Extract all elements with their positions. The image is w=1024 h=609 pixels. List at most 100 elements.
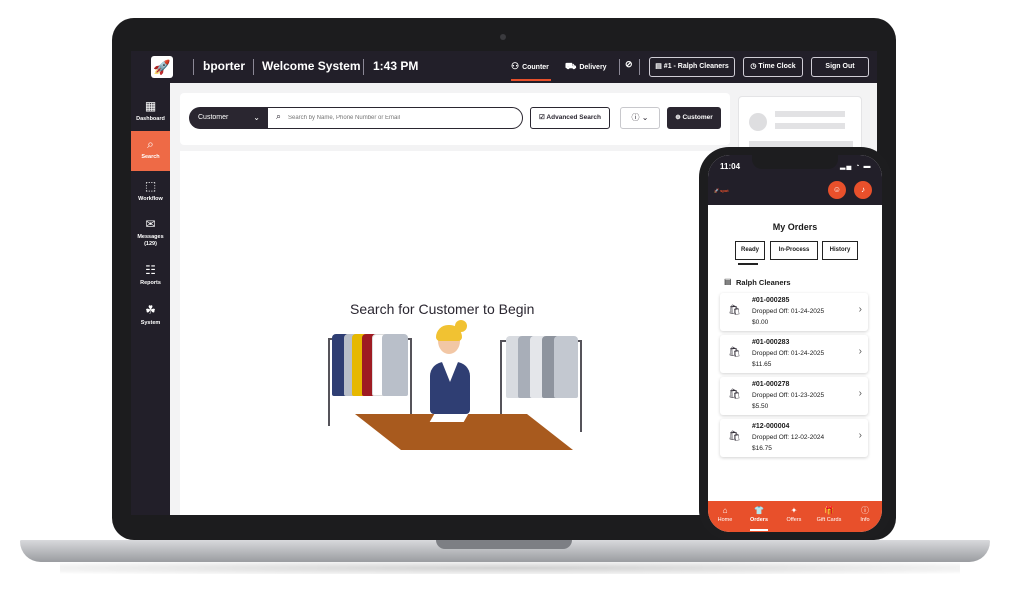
active-nav-indicator xyxy=(511,79,551,81)
search-filter-select[interactable]: Customer ⌄ xyxy=(189,107,267,129)
clock-time: 1:43 PM xyxy=(373,59,419,73)
order-dropped-date: Dropped Off: 01-24-2025 xyxy=(752,308,825,315)
phone-header: 11:04 ▂▄ ◔ ▬ 🚀 spot ☺ ♪ xyxy=(708,155,882,205)
sidebar-item-search[interactable]: ⌕ Search xyxy=(131,131,170,171)
reports-icon: ☷ xyxy=(145,263,156,277)
store-select-button[interactable]: ▤ #1 - Ralph Cleaners xyxy=(649,57,735,77)
order-number: #01-000278 xyxy=(752,381,790,388)
nav-label: Offers xyxy=(786,517,802,523)
phone-notch xyxy=(752,155,838,169)
search-field[interactable]: ⌕ xyxy=(267,107,523,129)
order-card[interactable]: 🛍 #01-000283 Dropped Off: 01-24-2025 $11… xyxy=(720,335,868,373)
order-dropped-date: Dropped Off: 01-24-2025 xyxy=(752,350,825,357)
system-icon: ☘ xyxy=(145,303,156,317)
nav-home[interactable]: ⌂ Home xyxy=(708,506,742,524)
shopping-bag-icon: 🛍 xyxy=(728,389,741,400)
sidebar-item-label: Messages xyxy=(137,234,164,240)
help-dropdown-button[interactable]: ⓘ ⌄ xyxy=(620,107,660,129)
info-icon: ⓘ xyxy=(861,506,869,515)
top-bar: 🚀 bporter Welcome System 1:43 PM ⚇ Counte… xyxy=(131,51,877,83)
people-icon: ⚇ xyxy=(511,61,520,71)
garment xyxy=(554,336,578,398)
divider xyxy=(253,59,254,75)
advanced-search-button[interactable]: ☑ Advanced Search xyxy=(530,107,610,129)
nav-gift-cards[interactable]: 🎁 Gift Cards xyxy=(812,506,846,524)
divider xyxy=(193,59,194,75)
shopping-bag-icon: 🛍 xyxy=(728,305,741,316)
active-nav-indicator xyxy=(750,529,768,531)
time-clock-button[interactable]: ◷ Time Clock xyxy=(743,57,803,77)
hide-icon[interactable]: ⊘ xyxy=(625,59,633,70)
chevron-right-icon: › xyxy=(858,304,862,315)
laptop-notch xyxy=(436,540,572,549)
divider xyxy=(363,59,364,75)
phone-screen: 11:04 ▂▄ ◔ ▬ 🚀 spot ☺ ♪ My Orders Ready … xyxy=(708,155,882,532)
nav-label: Gift Cards xyxy=(816,517,842,523)
my-orders-title: My Orders xyxy=(772,222,818,232)
chevron-down-icon: ⌄ xyxy=(641,113,649,122)
store-icon: ▤ xyxy=(724,277,732,286)
nav-label: Orders xyxy=(749,517,769,523)
laptop-shadow xyxy=(60,562,960,574)
search-filter-value: Customer xyxy=(198,114,229,121)
phone-time: 11:04 xyxy=(720,162,741,171)
order-dropped-date: Dropped Off: 01-23-2025 xyxy=(752,392,825,399)
sidebar-item-label: Search xyxy=(141,154,160,160)
store-button-label: #1 - Ralph Cleaners xyxy=(663,63,729,70)
messages-icon: ✉ xyxy=(145,217,156,231)
order-card[interactable]: 🛍 #01-000285 Dropped Off: 01-24-2025 $0.… xyxy=(720,293,868,331)
tab-history[interactable]: History xyxy=(822,241,858,260)
truck-icon: ⛟ xyxy=(565,61,577,71)
rack-leg xyxy=(328,338,330,426)
tag-icon: ✦ xyxy=(790,506,798,515)
sidebar-item-label: Workflow xyxy=(138,196,163,202)
home-icon: ⌂ xyxy=(722,506,728,515)
nav-label: Info xyxy=(860,517,870,523)
messages-count: (129) xyxy=(144,241,157,247)
add-customer-label: Customer xyxy=(682,114,713,121)
add-customer-button[interactable]: ⊕ Customer xyxy=(667,107,721,129)
system-title: Welcome System xyxy=(262,59,361,73)
search-input[interactable] xyxy=(288,110,508,126)
sidebar-item-messages[interactable]: ✉ Messages (129) xyxy=(131,211,170,257)
sidebar-item-workflow[interactable]: ⬚ Workflow xyxy=(131,173,170,213)
nav-delivery[interactable]: ⛟ Delivery xyxy=(565,61,607,73)
bell-icon[interactable]: ♪ xyxy=(854,181,872,199)
shopping-bag-icon: 🛍 xyxy=(728,347,741,358)
time-clock-label: Time Clock xyxy=(758,63,796,70)
text-placeholder xyxy=(775,123,845,129)
account-icon[interactable]: ☺ xyxy=(828,181,846,199)
order-card[interactable]: 🛍 #01-000278 Dropped Off: 01-23-2025 $5.… xyxy=(720,377,868,415)
rocket-logo-icon[interactable]: 🚀 xyxy=(151,56,173,78)
order-card[interactable]: 🛍 #12-000004 Dropped Off: 12-02-2024 $16… xyxy=(720,419,868,457)
dashboard-icon: ▦ xyxy=(144,99,157,113)
search-icon: ⌕ xyxy=(147,137,154,151)
gift-icon: 🎁 xyxy=(824,506,834,515)
nav-orders[interactable]: 👕 Orders xyxy=(742,506,776,524)
tab-ready[interactable]: Ready xyxy=(735,241,765,260)
tab-in-process[interactable]: In-Process xyxy=(770,241,818,260)
chevron-down-icon: ⌄ xyxy=(253,113,260,122)
sidebar-item-reports[interactable]: ☷ Reports xyxy=(131,257,170,297)
phone-bottom-nav: ⌂ Home 👕 Orders ✦ Offers 🎁 Gift Cards ⓘ … xyxy=(708,501,882,532)
nav-offers[interactable]: ✦ Offers xyxy=(777,506,811,524)
sidebar-item-label: Reports xyxy=(140,280,161,286)
order-amount: $16.75 xyxy=(752,445,772,452)
status-icons: ▂▄ ◔ ▬ xyxy=(840,163,872,170)
nav-delivery-label: Delivery xyxy=(579,64,607,71)
shirt-icon: 👕 xyxy=(754,506,764,515)
page-title: Search for Customer to Begin xyxy=(350,301,535,317)
sidebar-item-system[interactable]: ☘ System xyxy=(131,297,170,337)
nav-info[interactable]: ⓘ Info xyxy=(848,506,882,524)
avatar-placeholder xyxy=(749,113,767,131)
camera-dot xyxy=(500,34,506,40)
sidebar-item-dashboard[interactable]: ▦ Dashboard xyxy=(131,93,170,133)
advanced-search-label: Advanced Search xyxy=(546,114,601,121)
sidebar-item-label: System xyxy=(140,320,161,326)
order-amount: $5.50 xyxy=(752,403,769,410)
order-amount: $0.00 xyxy=(752,319,769,326)
nav-counter[interactable]: ⚇ Counter xyxy=(511,61,549,72)
order-number: #12-000004 xyxy=(752,423,790,430)
sign-out-button[interactable]: Sign Out xyxy=(811,57,869,77)
shopping-bag-icon: 🛍 xyxy=(728,431,741,442)
